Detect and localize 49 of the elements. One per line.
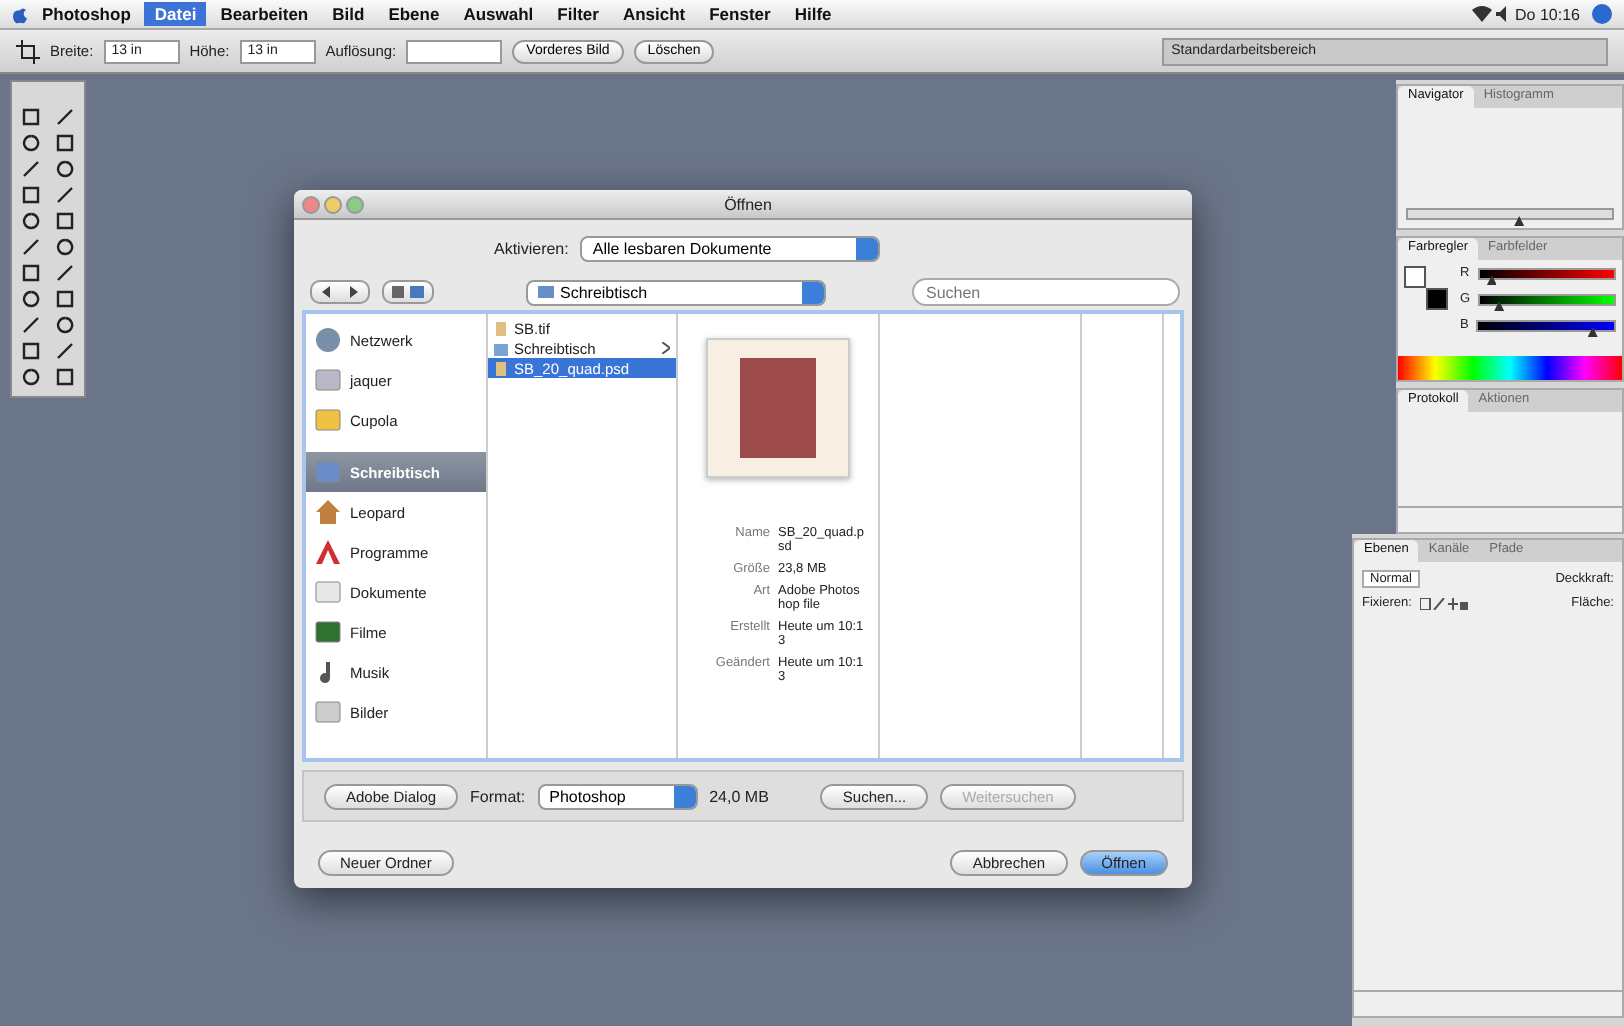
resolution-field[interactable] (406, 39, 503, 63)
slider-thumb[interactable] (1486, 275, 1497, 285)
menu-item[interactable]: Fenster (699, 2, 781, 26)
color-slider[interactable] (1478, 293, 1616, 305)
color-slider[interactable] (1476, 319, 1616, 331)
foreground-color[interactable] (1404, 266, 1426, 288)
menu-item[interactable]: Auswahl (453, 2, 544, 26)
apple-icon[interactable] (12, 5, 28, 23)
search-field[interactable]: Suchen (912, 278, 1180, 306)
folder-icon (494, 341, 508, 355)
slider-thumb[interactable] (1494, 301, 1505, 311)
menu-item[interactable]: Bild (322, 2, 375, 26)
slider-thumb[interactable] (1514, 216, 1525, 226)
speaker-icon[interactable] (1495, 6, 1512, 22)
menu-item[interactable]: Ebene (378, 2, 450, 26)
dialog-title: Öffnen (724, 195, 772, 213)
color-spectrum[interactable] (1398, 356, 1622, 380)
file-icon (494, 361, 508, 375)
wifi-icon[interactable] (1471, 6, 1492, 22)
apps-icon (314, 538, 342, 566)
network-icon (314, 326, 342, 354)
menu-item[interactable]: Ansicht (612, 2, 696, 26)
menu-item[interactable]: Filter (547, 2, 609, 26)
format-label: Format: (470, 787, 526, 805)
movies-icon (314, 618, 342, 646)
crop-tool-icon[interactable] (16, 39, 40, 63)
view-mode-button[interactable] (382, 280, 434, 304)
file-type-dropdown[interactable]: Alle lesbaren Dokumente (580, 236, 881, 262)
format-dropdown[interactable]: Photoshop (537, 783, 698, 809)
slider-thumb[interactable] (1587, 327, 1598, 337)
background-color[interactable] (1426, 288, 1448, 310)
menu-item[interactable]: Hilfe (784, 2, 842, 26)
menu-item[interactable]: Datei (144, 2, 207, 26)
menu-clock[interactable]: Do 10:16 (1515, 5, 1580, 23)
lock-options-icon[interactable] (1419, 597, 1468, 609)
back-forward-button[interactable] (310, 280, 370, 304)
file-icon (494, 321, 508, 335)
menu-item[interactable]: Bearbeiten (210, 2, 319, 26)
home-icon (314, 498, 342, 526)
file-size: 24,0 MB (709, 787, 769, 805)
menu-item[interactable]: Photoshop (32, 2, 141, 26)
color-slider[interactable] (1477, 267, 1616, 279)
location-dropdown[interactable]: Schreibtisch (526, 279, 826, 305)
show-label: Aktivieren: (494, 240, 569, 258)
zoom-slider[interactable] (1406, 208, 1614, 220)
chevron-icon (662, 342, 670, 354)
arrows-icon (322, 286, 358, 298)
view-icon (392, 286, 424, 298)
document-thumbnail (706, 338, 850, 478)
